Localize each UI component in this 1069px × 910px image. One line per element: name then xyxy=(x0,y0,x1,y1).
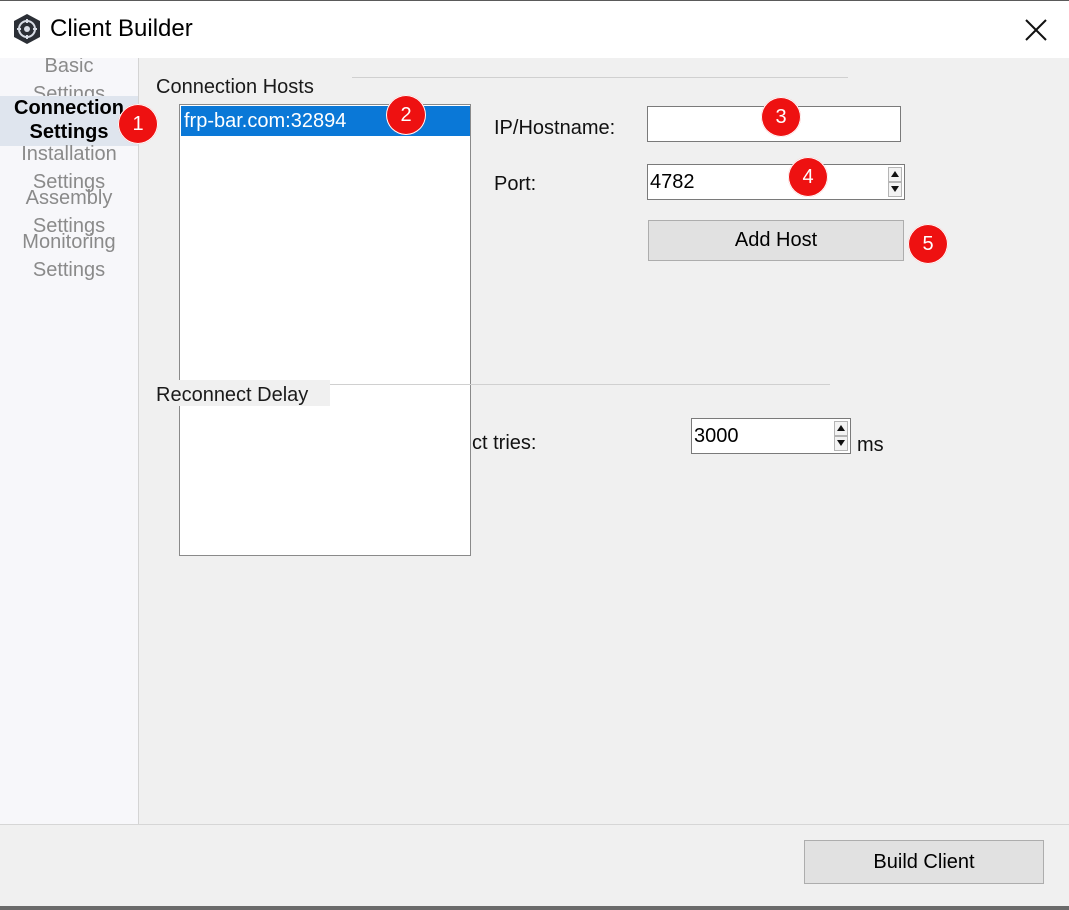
add-host-button[interactable]: Add Host xyxy=(648,220,904,261)
client-builder-window: Client Builder Basic Settings Connection… xyxy=(0,0,1069,910)
title-bar: Client Builder xyxy=(0,0,1069,58)
close-icon xyxy=(1025,19,1047,41)
connection-hosts-title: Connection Hosts xyxy=(156,76,314,98)
group-divider xyxy=(352,77,848,78)
close-button[interactable] xyxy=(1014,11,1058,49)
build-client-button[interactable]: Build Client xyxy=(804,840,1044,884)
port-label: Port: xyxy=(494,173,537,195)
group-divider xyxy=(330,384,830,385)
reconnect-delay-stepper[interactable]: 3000 xyxy=(691,418,851,454)
app-logo-icon xyxy=(12,13,42,45)
reconnect-delay-value: 3000 xyxy=(694,425,739,447)
hosts-listbox[interactable]: frp-bar.com:32894 xyxy=(179,104,471,556)
reconnect-tries-label: ct tries: xyxy=(472,432,537,454)
reconnect-delay-title: Reconnect Delay xyxy=(156,384,309,406)
window-bottom-edge xyxy=(0,906,1069,910)
delay-spin-buttons xyxy=(834,421,850,451)
ip-hostname-label: IP/Hostname: xyxy=(494,117,616,139)
window-title: Client Builder xyxy=(50,15,193,42)
sidebar-item-monitoring-settings[interactable]: Monitoring Settings xyxy=(0,228,138,284)
ms-unit-label: ms xyxy=(857,434,884,456)
sidebar-item-label: Monitoring xyxy=(22,231,116,253)
port-stepper[interactable]: 4782 xyxy=(647,164,905,200)
spin-down-icon[interactable] xyxy=(834,436,848,451)
annotation-badge: 5 xyxy=(908,224,948,264)
annotation-badge: 1 xyxy=(118,104,158,144)
sidebar-item-label: Installation xyxy=(21,143,117,165)
sidebar-item-label: Basic xyxy=(44,58,94,77)
annotation-badge: 4 xyxy=(788,157,828,197)
spin-up-icon[interactable] xyxy=(834,421,848,436)
spin-up-icon[interactable] xyxy=(888,167,902,182)
port-spin-buttons xyxy=(888,167,904,197)
host-list-item[interactable]: frp-bar.com:32894 xyxy=(181,106,470,136)
sidebar-item-label: Settings xyxy=(32,259,106,281)
port-value: 4782 xyxy=(650,171,695,193)
sidebar-item-label: Assembly xyxy=(25,187,113,209)
annotation-badge: 2 xyxy=(386,95,426,135)
annotation-badge: 3 xyxy=(761,97,801,137)
footer-bar: Build Client xyxy=(0,824,1069,910)
settings-sidebar: Basic Settings Connection Settings Insta… xyxy=(0,58,139,824)
spin-down-icon[interactable] xyxy=(888,182,902,197)
